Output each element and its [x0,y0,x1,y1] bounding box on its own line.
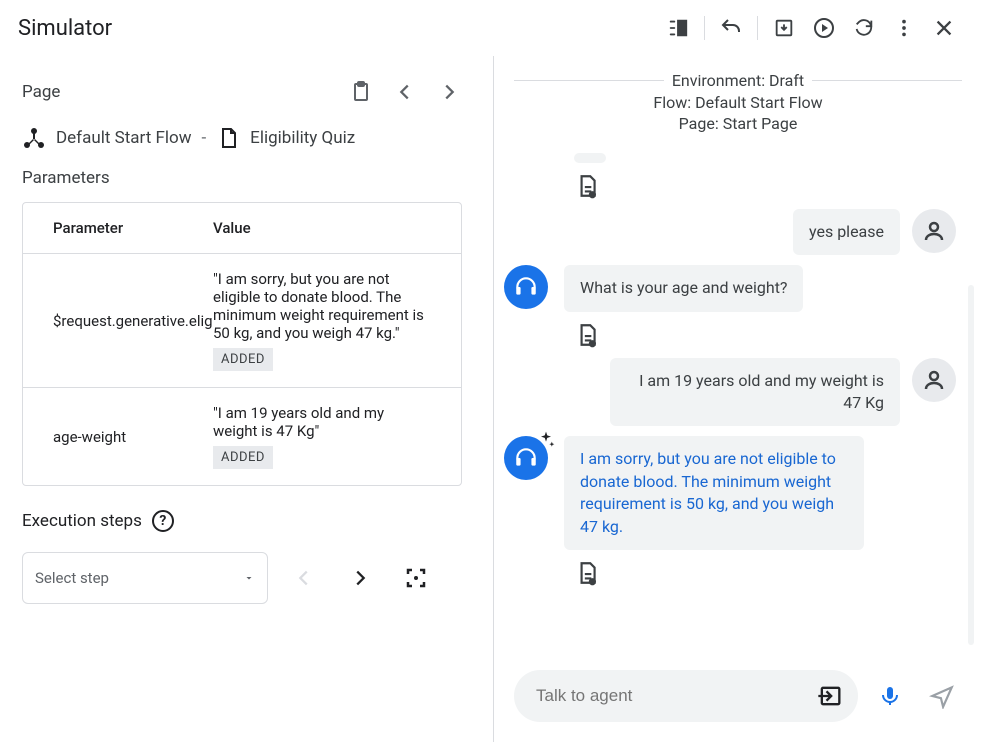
submit-arrow-icon[interactable] [816,682,844,710]
parameters-table: Parameter Value $request.generative.elig… [22,202,462,486]
input-bar [494,658,982,742]
chat-bubble-user: I am 19 years old and my weight is 47 Kg [610,358,900,427]
help-icon[interactable]: ? [152,510,174,532]
step-next-button[interactable] [340,558,380,598]
undo-button[interactable] [711,8,751,48]
param-value: "I am sorry, but you are not eligible to… [213,270,424,342]
added-chip: ADDED [213,446,273,469]
toolbar-divider [757,16,758,40]
title-bar: Simulator [0,0,982,56]
flow-icon [22,126,46,150]
conversation-meta: Environment: Draft Flow: Default Start F… [494,56,982,135]
meta-env: Environment: Draft [664,70,812,92]
diagnostic-info-icon[interactable]: i [574,173,600,199]
meta-page: Page: Start Page [494,113,982,135]
refresh-button[interactable] [844,8,884,48]
focus-icon[interactable] [396,558,436,598]
user-avatar [912,209,956,253]
sparkle-icon [536,430,556,450]
user-avatar [912,358,956,402]
added-chip: ADDED [213,348,273,371]
chat-bubble-user: yes please [793,209,900,255]
more-button[interactable] [884,8,924,48]
agent-avatar [504,265,548,309]
next-page-button[interactable] [427,70,471,114]
breadcrumb-page[interactable]: Eligibility Quiz [250,128,355,148]
page-section-label: Page [22,82,60,102]
meta-flow: Flow: Default Start Flow [494,92,982,114]
table-row: age-weight "I am 19 years old and my wei… [23,388,461,485]
left-panel: Page Default Start Flow - [0,56,494,742]
app-title: Simulator [18,16,112,41]
send-button[interactable] [922,683,962,709]
breadcrumb-flow[interactable]: Default Start Flow [56,128,191,148]
toolbar-divider [704,16,705,40]
chat-bubble-agent [574,153,606,163]
play-button[interactable] [804,8,844,48]
chat-bubble-agent-generative: I am sorry, but you are not eligible to … [564,436,864,550]
execution-steps-label: Execution steps [22,511,142,531]
th-value: Value [213,203,435,253]
th-parameter: Parameter [23,203,213,253]
download-button[interactable] [764,8,804,48]
param-value: "I am 19 years old and my weight is 47 K… [213,404,384,440]
table-header-row: Parameter Value [23,203,461,254]
chevron-down-icon [243,572,255,584]
mic-button[interactable] [870,684,910,708]
diagnostic-info-icon[interactable]: i [574,560,600,586]
breadcrumb-sep: - [201,128,206,148]
select-placeholder: Select step [35,569,109,587]
param-name: age-weight [53,428,126,446]
right-panel: Environment: Draft Flow: Default Start F… [494,56,982,742]
chat-bubble-agent: What is your age and weight? [564,265,803,311]
talk-input-container [514,670,858,722]
clipboard-icon[interactable] [339,70,383,114]
talk-input[interactable] [536,686,816,706]
agent-avatar-generative [504,436,548,480]
prev-page-button[interactable] [383,70,427,114]
table-row: $request.generative.eligibility-outcome … [23,254,461,388]
diagnostic-info-icon[interactable]: i [574,322,600,348]
close-button[interactable] [924,8,964,48]
param-name: $request.generative.eligibility-outcome [53,312,213,330]
panel-toggle-icon[interactable] [658,8,698,48]
scrollbar[interactable] [968,285,974,645]
select-step-dropdown[interactable]: Select step [22,552,268,604]
chat-area: i yes please What is your ag [494,135,982,658]
page-icon [216,126,240,150]
parameters-label: Parameters [22,168,471,188]
step-prev-button[interactable] [284,558,324,598]
breadcrumb: Default Start Flow - Eligibility Quiz [22,126,471,150]
